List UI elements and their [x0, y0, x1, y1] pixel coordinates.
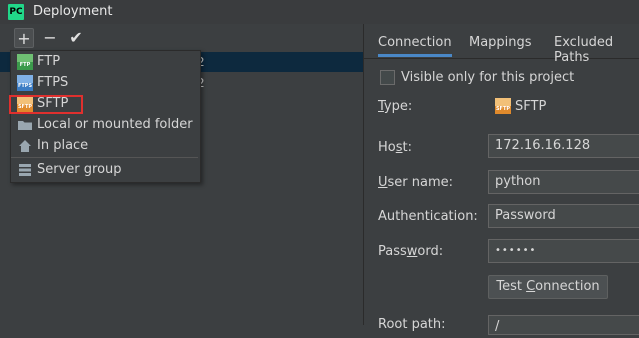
server-group-icon	[19, 164, 31, 176]
add-server-button[interactable]: +	[14, 28, 34, 48]
sftp-highlight-box	[9, 95, 83, 114]
user-name-label: User name:	[378, 175, 454, 190]
ftps-icon: FTPS	[17, 75, 33, 91]
host-label: Host:	[378, 140, 412, 155]
menu-item-label: Server group	[37, 162, 122, 177]
menu-item-local-folder[interactable]: Local or mounted folder	[11, 115, 198, 135]
tab-excluded-paths[interactable]: Excluded Paths	[554, 35, 639, 65]
password-label: Password:	[378, 244, 444, 259]
folder-icon	[18, 121, 32, 130]
type-value[interactable]: SFTP	[515, 99, 546, 114]
sftp-icon: SFTP	[495, 98, 511, 114]
pycharm-logo-icon: PC	[8, 4, 24, 20]
root-path-input[interactable]: /	[488, 315, 639, 335]
authentication-select[interactable]: Password	[488, 204, 639, 228]
apply-button[interactable]: ✔	[66, 28, 86, 48]
type-label: Type:	[378, 99, 413, 114]
ftp-icon: FTP	[17, 54, 33, 70]
menu-separator	[11, 157, 198, 158]
remove-server-button[interactable]: −	[40, 28, 60, 48]
menu-item-label: Local or mounted folder	[37, 117, 193, 132]
menu-item-server-group[interactable]: Server group	[11, 160, 198, 180]
menu-item-label: FTP	[37, 54, 61, 69]
window-title: Deployment	[33, 4, 113, 19]
menu-item-label: In place	[37, 138, 89, 153]
authentication-label: Authentication:	[378, 209, 478, 224]
user-name-input[interactable]: python	[488, 170, 639, 194]
host-input[interactable]: 172.16.16.128	[488, 134, 639, 158]
visible-only-label: Visible only for this project	[401, 70, 575, 85]
home-icon	[19, 140, 31, 152]
password-input[interactable]: ••••••	[488, 239, 639, 263]
visible-only-checkbox[interactable]	[380, 70, 395, 85]
menu-item-in-place[interactable]: In place	[11, 136, 198, 156]
tab-mappings[interactable]: Mappings	[469, 35, 532, 50]
menu-item-ftps[interactable]: FTPS FTPS	[11, 73, 198, 93]
test-connection-button[interactable]: Test Connection	[488, 275, 608, 299]
menu-item-label: FTPS	[37, 75, 69, 90]
menu-item-ftp[interactable]: FTP FTP	[11, 52, 198, 72]
tab-connection[interactable]: Connection	[378, 35, 452, 57]
